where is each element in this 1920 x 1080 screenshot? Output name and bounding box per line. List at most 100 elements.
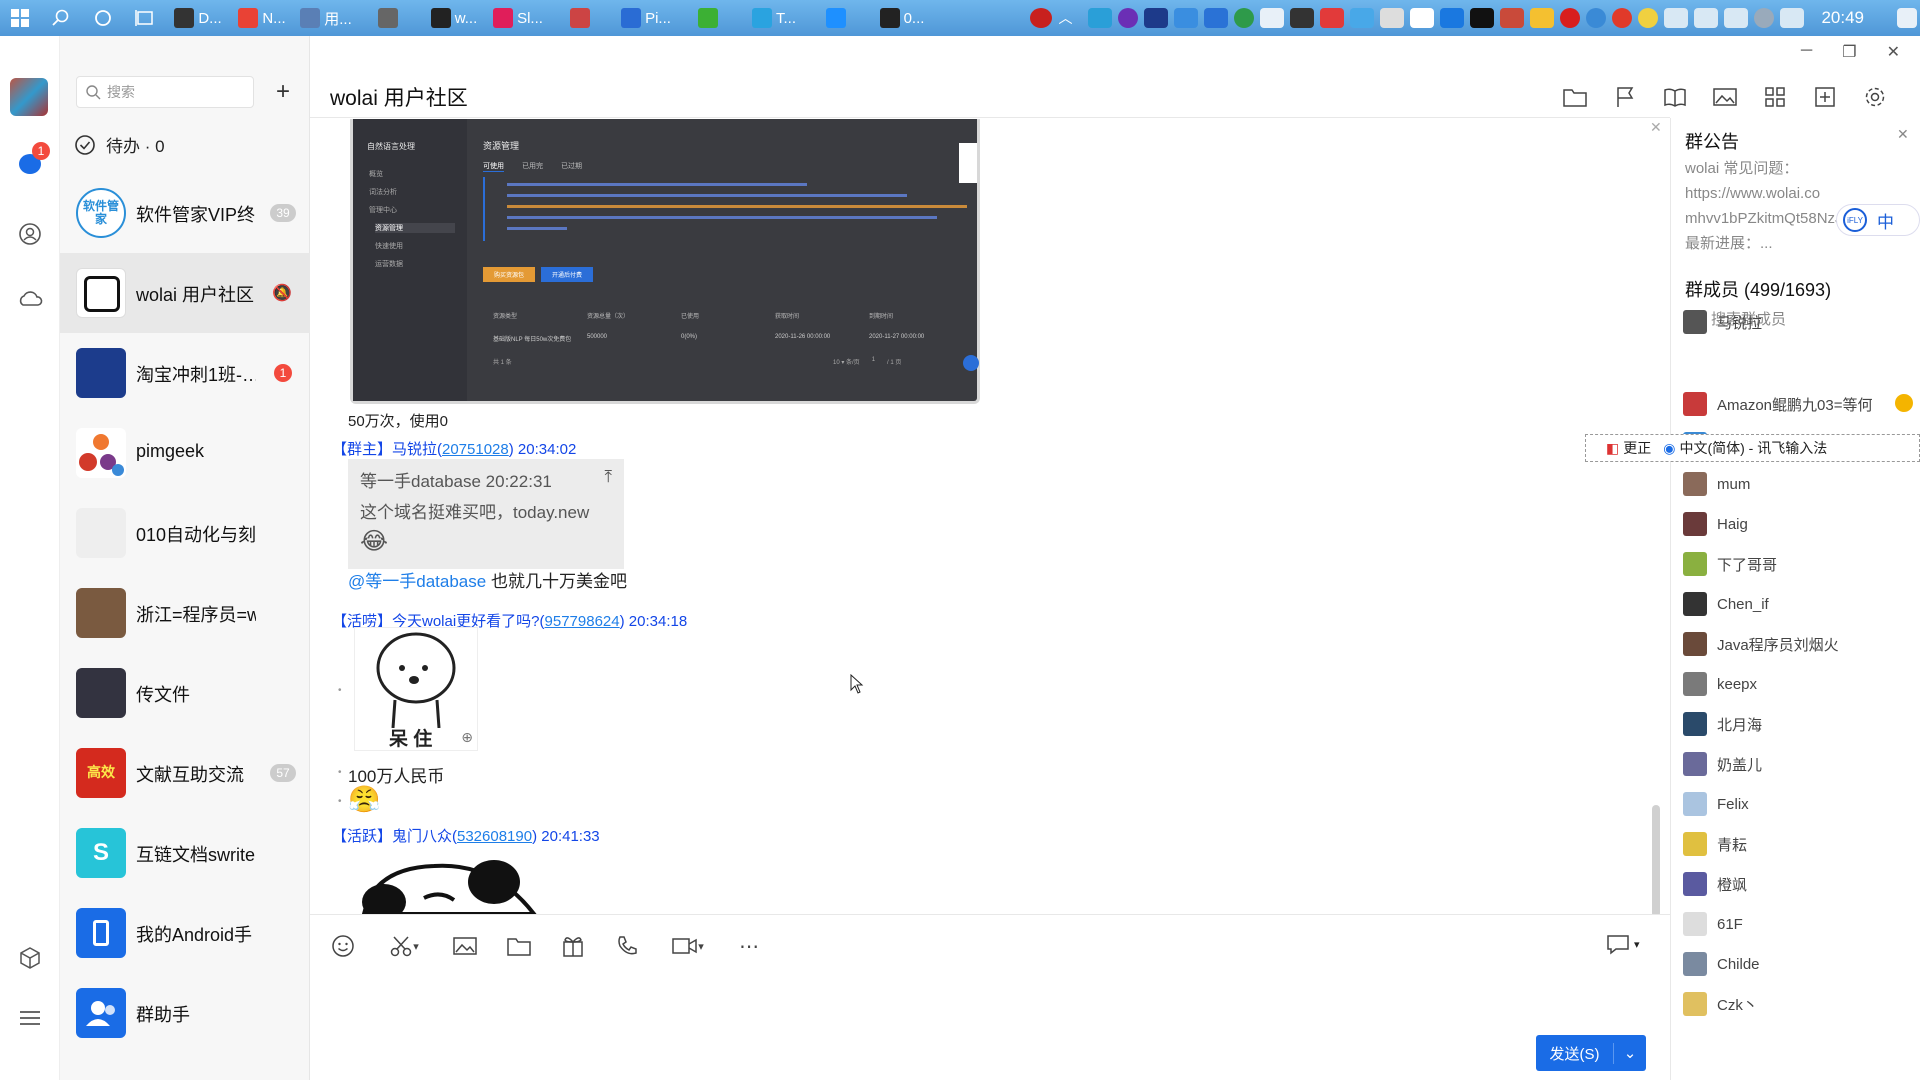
gift-icon[interactable]	[558, 931, 588, 961]
member-item[interactable]: 马锐拉	[1683, 307, 1913, 337]
tray-app-icon[interactable]	[1144, 8, 1169, 28]
ime-correct[interactable]: ◧ 更正	[1606, 438, 1651, 458]
contacts-icon[interactable]	[14, 218, 46, 250]
scissors-icon[interactable]: ▾	[382, 931, 426, 961]
add-square-icon[interactable]	[1808, 80, 1842, 114]
mail-icon[interactable]	[1260, 8, 1285, 28]
tray-app-icon[interactable]	[1350, 8, 1375, 28]
tray-app-icon[interactable]	[1204, 8, 1229, 28]
chat-bubble-icon[interactable]: 1	[14, 142, 50, 180]
tray-app-icon[interactable]	[1290, 8, 1315, 28]
tray-chevron-icon[interactable]: ︿	[1058, 8, 1082, 28]
ime-floating-bar[interactable]: iFLY 中	[1836, 204, 1920, 236]
taskbar-app-7[interactable]: Pi...	[614, 0, 678, 36]
zoom-in-icon[interactable]: ⊕	[461, 729, 473, 746]
sticker-image[interactable]	[354, 854, 546, 914]
member-item[interactable]: 橙飒	[1683, 869, 1913, 899]
windows-start-icon[interactable]	[0, 0, 40, 36]
send-options-chevron-icon[interactable]: ⌄	[1614, 1044, 1646, 1062]
tray-app-icon[interactable]	[1754, 8, 1775, 28]
member-item[interactable]: Java程序员刘烟火	[1683, 629, 1913, 659]
tray-app-icon[interactable]	[1030, 8, 1053, 28]
sender-qq-link[interactable]: 957798624	[545, 613, 620, 630]
conversation-item[interactable]: 群助手	[60, 973, 310, 1053]
notice-close-icon[interactable]: ✕	[1897, 126, 1909, 143]
message-image[interactable]: 自然语言处理 概览 词法分析 管理中心 资源管理 快速使用 运营数据 资源管理 可使用 已用…	[350, 119, 980, 404]
volume-icon[interactable]	[1724, 8, 1749, 28]
todo-item[interactable]: 待办 · 0	[74, 132, 165, 157]
conversation-item[interactable]: 浙江=程序员=wl	[60, 573, 310, 653]
conversation-item[interactable]: wolai 用户社区 🔕	[60, 253, 310, 333]
tray-app-icon[interactable]	[1380, 8, 1405, 28]
conversation-item[interactable]: 我的Android手	[60, 893, 310, 973]
image-icon[interactable]	[1708, 80, 1742, 114]
image-icon[interactable]	[450, 931, 480, 961]
tray-app-icon[interactable]	[1530, 8, 1555, 28]
network-icon[interactable]	[1694, 8, 1719, 28]
tray-app-icon[interactable]	[1560, 8, 1581, 28]
taskbar-app-3[interactable]	[358, 0, 422, 36]
member-item[interactable]: mum	[1683, 469, 1913, 499]
member-item[interactable]: Haig	[1683, 509, 1913, 539]
task-view-icon[interactable]	[124, 0, 166, 36]
member-item[interactable]: 61F	[1683, 909, 1913, 939]
folder-icon[interactable]	[1558, 80, 1592, 114]
taskbar-app-1[interactable]: N...	[230, 0, 294, 36]
taskbar-app-5[interactable]: Sl...	[486, 0, 550, 36]
pen-icon[interactable]	[1780, 8, 1805, 28]
close-preview-icon[interactable]: ✕	[1650, 119, 1662, 136]
sticker-image[interactable]: 呆 住 ⊕	[354, 627, 478, 751]
member-item[interactable]: 奶盖儿	[1683, 749, 1913, 779]
more-icon[interactable]: ⋯	[734, 931, 764, 961]
member-item[interactable]: Felix	[1683, 789, 1913, 819]
member-item[interactable]: Amazon鲲鹏九03=等何	[1683, 389, 1913, 419]
member-item[interactable]: 下了哥哥	[1683, 549, 1913, 579]
clock[interactable]: 20:49	[1821, 8, 1864, 28]
member-item[interactable]: Childe	[1683, 949, 1913, 979]
member-item[interactable]: 青耘	[1683, 829, 1913, 859]
phone-icon[interactable]	[612, 931, 642, 961]
user-avatar[interactable]	[10, 78, 48, 116]
conversation-item[interactable]: S 互链文档swrite	[60, 813, 310, 893]
settings-icon[interactable]	[1858, 80, 1892, 114]
member-item[interactable]: 北月海	[1683, 709, 1913, 739]
apps-icon[interactable]	[1758, 80, 1792, 114]
sender-qq-link[interactable]: 532608190	[457, 828, 532, 845]
tray-app-icon[interactable]	[1470, 8, 1495, 28]
member-item[interactable]: keepx	[1683, 669, 1913, 699]
restore-icon[interactable]: ❐	[1842, 42, 1856, 62]
video-call-icon[interactable]: ▾	[666, 931, 710, 961]
search-input[interactable]: 搜索	[76, 76, 254, 108]
tray-app-icon[interactable]	[1500, 8, 1525, 28]
add-button[interactable]: +	[268, 76, 298, 108]
battery-icon[interactable]	[1664, 8, 1689, 28]
menu-icon[interactable]	[14, 1002, 46, 1034]
conversation-item[interactable]: 高效 文献互助交流 57	[60, 733, 310, 813]
tray-app-icon[interactable]	[1440, 8, 1465, 28]
tray-app-icon[interactable]	[1586, 8, 1607, 28]
tray-app-icon[interactable]	[1320, 8, 1345, 28]
taskbar-app-0[interactable]: D...	[166, 0, 230, 36]
flag-icon[interactable]	[1608, 80, 1642, 114]
taskbar-app-11[interactable]: 0...	[870, 0, 934, 36]
member-item[interactable]: Chen_if	[1683, 589, 1913, 619]
box-icon[interactable]	[14, 942, 46, 974]
pin-top-icon[interactable]: ⤒	[604, 467, 612, 492]
conversation-item[interactable]: pimgeek	[60, 413, 310, 493]
minimize-icon[interactable]: ─	[1801, 42, 1812, 62]
conversation-item[interactable]: 软件管家 软件管家VIP终 39	[60, 173, 310, 253]
cortana-icon[interactable]	[82, 0, 124, 36]
taskbar-app-2[interactable]: 用...	[294, 0, 358, 36]
tray-app-icon[interactable]	[1612, 8, 1633, 28]
send-button[interactable]: 发送(S) ⌄	[1536, 1035, 1646, 1071]
tray-app-icon[interactable]	[1638, 8, 1659, 28]
scrollbar-thumb[interactable]	[1652, 805, 1660, 914]
tray-app-icon[interactable]	[1234, 8, 1255, 28]
sender-qq-link[interactable]: 20751028	[442, 441, 509, 458]
notification-icon[interactable]	[1897, 8, 1917, 28]
member-item[interactable]: Czk丶	[1683, 989, 1913, 1019]
conversation-item[interactable]: 010自动化与刻意	[60, 493, 310, 573]
quoted-message[interactable]: 等一手database 20:22:31 ⤒ 这个域名挺难买吧，today.new…	[348, 459, 624, 569]
taskbar-app-9[interactable]: T...	[742, 0, 806, 36]
tray-app-icon[interactable]	[1410, 8, 1435, 28]
